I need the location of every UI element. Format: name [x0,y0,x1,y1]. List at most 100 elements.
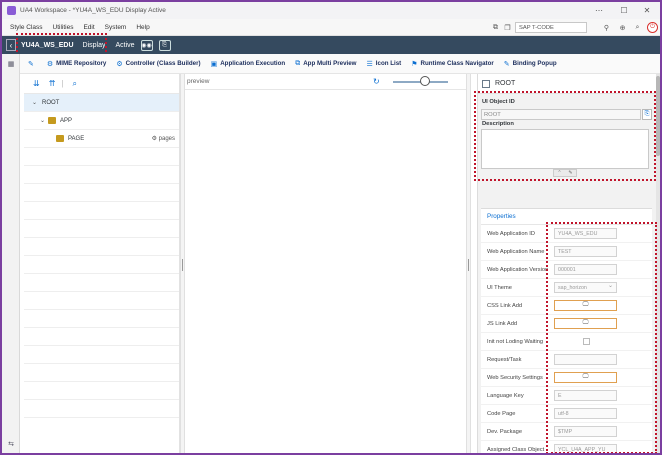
app-logo-icon [7,6,16,15]
toolbar-app-multi-preview[interactable]: ⧉ App Multi Preview [295,60,356,68]
tree-node-root[interactable]: ⌄ ROOT [24,94,179,112]
property-value: E [558,392,562,399]
copy-icon: ⎘ [644,111,650,117]
property-label: Web Application Name [487,248,545,255]
menu-style-class[interactable]: Style Class [10,24,43,31]
property-value: YCL_U4A_APP_YU [558,446,606,453]
glasses-icon: ◉◉ [141,42,152,49]
ui-object-id-label: UI Object ID [482,99,515,105]
property-label: Init not Loding Waiting [487,338,544,345]
tree-empty-row [24,274,179,292]
tree-empty-row [24,382,179,400]
right-splitter[interactable] [466,74,471,453]
page-node-icon [56,135,64,142]
property-input[interactable]: TEST [554,246,617,257]
property-input[interactable]: utf-8 [554,408,617,419]
close-window-icon[interactable]: ✕ [636,2,658,19]
tree-empty-row [24,292,179,310]
menu-edit[interactable]: Edit [83,24,94,31]
chevron-down-icon[interactable]: ⌄ [32,99,40,106]
property-checkbox[interactable] [583,338,590,345]
property-input[interactable]: YCL_U4A_APP_YU [554,444,617,453]
toolbar-mime-repository[interactable]: ⚙ MIME Repository [47,60,106,68]
ui-object-id-field[interactable]: ROOT [481,109,641,120]
mime-icon: ⚙ [46,60,54,68]
pin-icon[interactable]: ⚲ [601,22,612,33]
property-popup-button[interactable]: 🖵 [554,318,617,329]
description-textarea[interactable] [481,129,649,169]
side-rail: ▦ ⇆ [2,54,20,453]
search-icon[interactable]: ⌕ [632,22,643,33]
property-input[interactable] [554,354,617,365]
expand-all-icon[interactable]: ⇊ [33,79,40,88]
edit-icon[interactable]: ✎ [568,170,572,176]
copy-id-button[interactable]: ⎘ [642,109,652,120]
zoom-icon[interactable]: ⊕ [617,22,628,33]
property-row: Dev. Package $TMP [481,423,652,441]
menu-system[interactable]: System [105,24,127,31]
window-title: UA4 Workspace - *YU4A_WS_EDU Display Act… [20,7,166,14]
display-toggle-button[interactable]: ◉◉ [140,39,153,51]
chevron-down-icon[interactable]: ⌄ [40,117,48,124]
property-label: Web Security Settings [487,374,543,381]
property-input[interactable]: $TMP [554,426,617,437]
copy-icon[interactable]: ❐ [502,22,513,33]
grid-icon[interactable]: ▦ [6,60,16,70]
tree-empty-row [24,202,179,220]
property-value: YU4A_WS_EDU [558,230,598,237]
tree-divider: | [61,79,64,88]
menu-bar: Style Class Utilities Edit System Help ⧉… [2,19,660,36]
back-button[interactable]: ‹ [6,39,16,51]
tree-search-icon[interactable]: ⌕ [72,79,76,89]
collapse-all-icon[interactable]: ⇈ [49,79,56,88]
maximize-icon[interactable]: ☐ [613,2,635,19]
splitter-grip[interactable] [468,259,469,271]
right-scrollbar[interactable] [656,74,660,453]
app-name: YU4A_WS_EDU [21,41,74,49]
property-input[interactable]: YU4A_WS_EDU [554,228,617,239]
power-icon[interactable]: ⏻ [647,22,658,33]
tcode-input[interactable]: SAP T-CODE [515,22,587,33]
toolbar-label: Icon List [375,60,402,67]
zoom-slider-handle[interactable] [420,76,430,86]
property-label: Language Key [487,392,524,399]
edit-pencil-button[interactable]: ✎ [28,60,37,68]
more-icon[interactable]: ⋯ [588,2,610,19]
refresh-icon[interactable]: ↻ [373,77,380,86]
property-row: Web Application Name TEST [481,243,652,261]
aggregation-icon: ⚙ [151,136,159,142]
tree-empty-row [24,346,179,364]
property-popup-button[interactable]: 🖵 [554,300,617,311]
toolbar-binding-popup[interactable]: ✎ Binding Popup [504,60,557,68]
description-toggle[interactable]: ⌃ ✎ [553,169,577,177]
property-label: JS Link Add [487,320,518,327]
window-icon[interactable]: ⧉ [490,22,501,33]
tree-empty-row [24,238,179,256]
menu-utilities[interactable]: Utilities [53,24,74,31]
property-input[interactable]: 000001 [554,264,617,275]
collapse-icon[interactable]: ⌃ [557,170,561,176]
chevron-left-icon: ‹ [9,40,13,50]
rail-bottom-icon[interactable]: ⇆ [6,440,16,450]
toolbar-icon-list[interactable]: ☰ Icon List [367,60,402,68]
tree-node-page[interactable]: PAGE ⚙ pages [24,130,179,148]
tree-node-label: PAGE [68,135,85,142]
toolbar-controller[interactable]: ⚙ Controller (Class Builder) [116,60,200,68]
activate-button[interactable]: ⎘ [158,39,171,51]
status-label: Active [115,41,135,49]
property-input[interactable]: E [554,390,617,401]
toolbar-label: Application Execution [220,60,286,67]
tree-node-label: ROOT [42,99,60,106]
preview-panel: preview ↻ [185,74,466,453]
tree-toolbar: ⇊ ⇈ | ⌕ [24,74,179,94]
splitter-grip[interactable] [182,259,183,271]
scrollbar-thumb[interactable] [656,76,660,156]
property-popup-button[interactable]: 🖵 [554,372,617,383]
tcode-placeholder: SAP T-CODE [519,24,554,31]
toolbar-application-execution[interactable]: ▣ Application Execution [211,60,286,68]
pencil-icon: ✎ [28,60,34,68]
property-select[interactable]: sap_horizon [554,282,617,293]
menu-help[interactable]: Help [136,24,149,31]
tree-node-app[interactable]: ⌄ APP [24,112,179,130]
toolbar-runtime-class-navigator[interactable]: ⚑ Runtime Class Navigator [411,60,494,68]
